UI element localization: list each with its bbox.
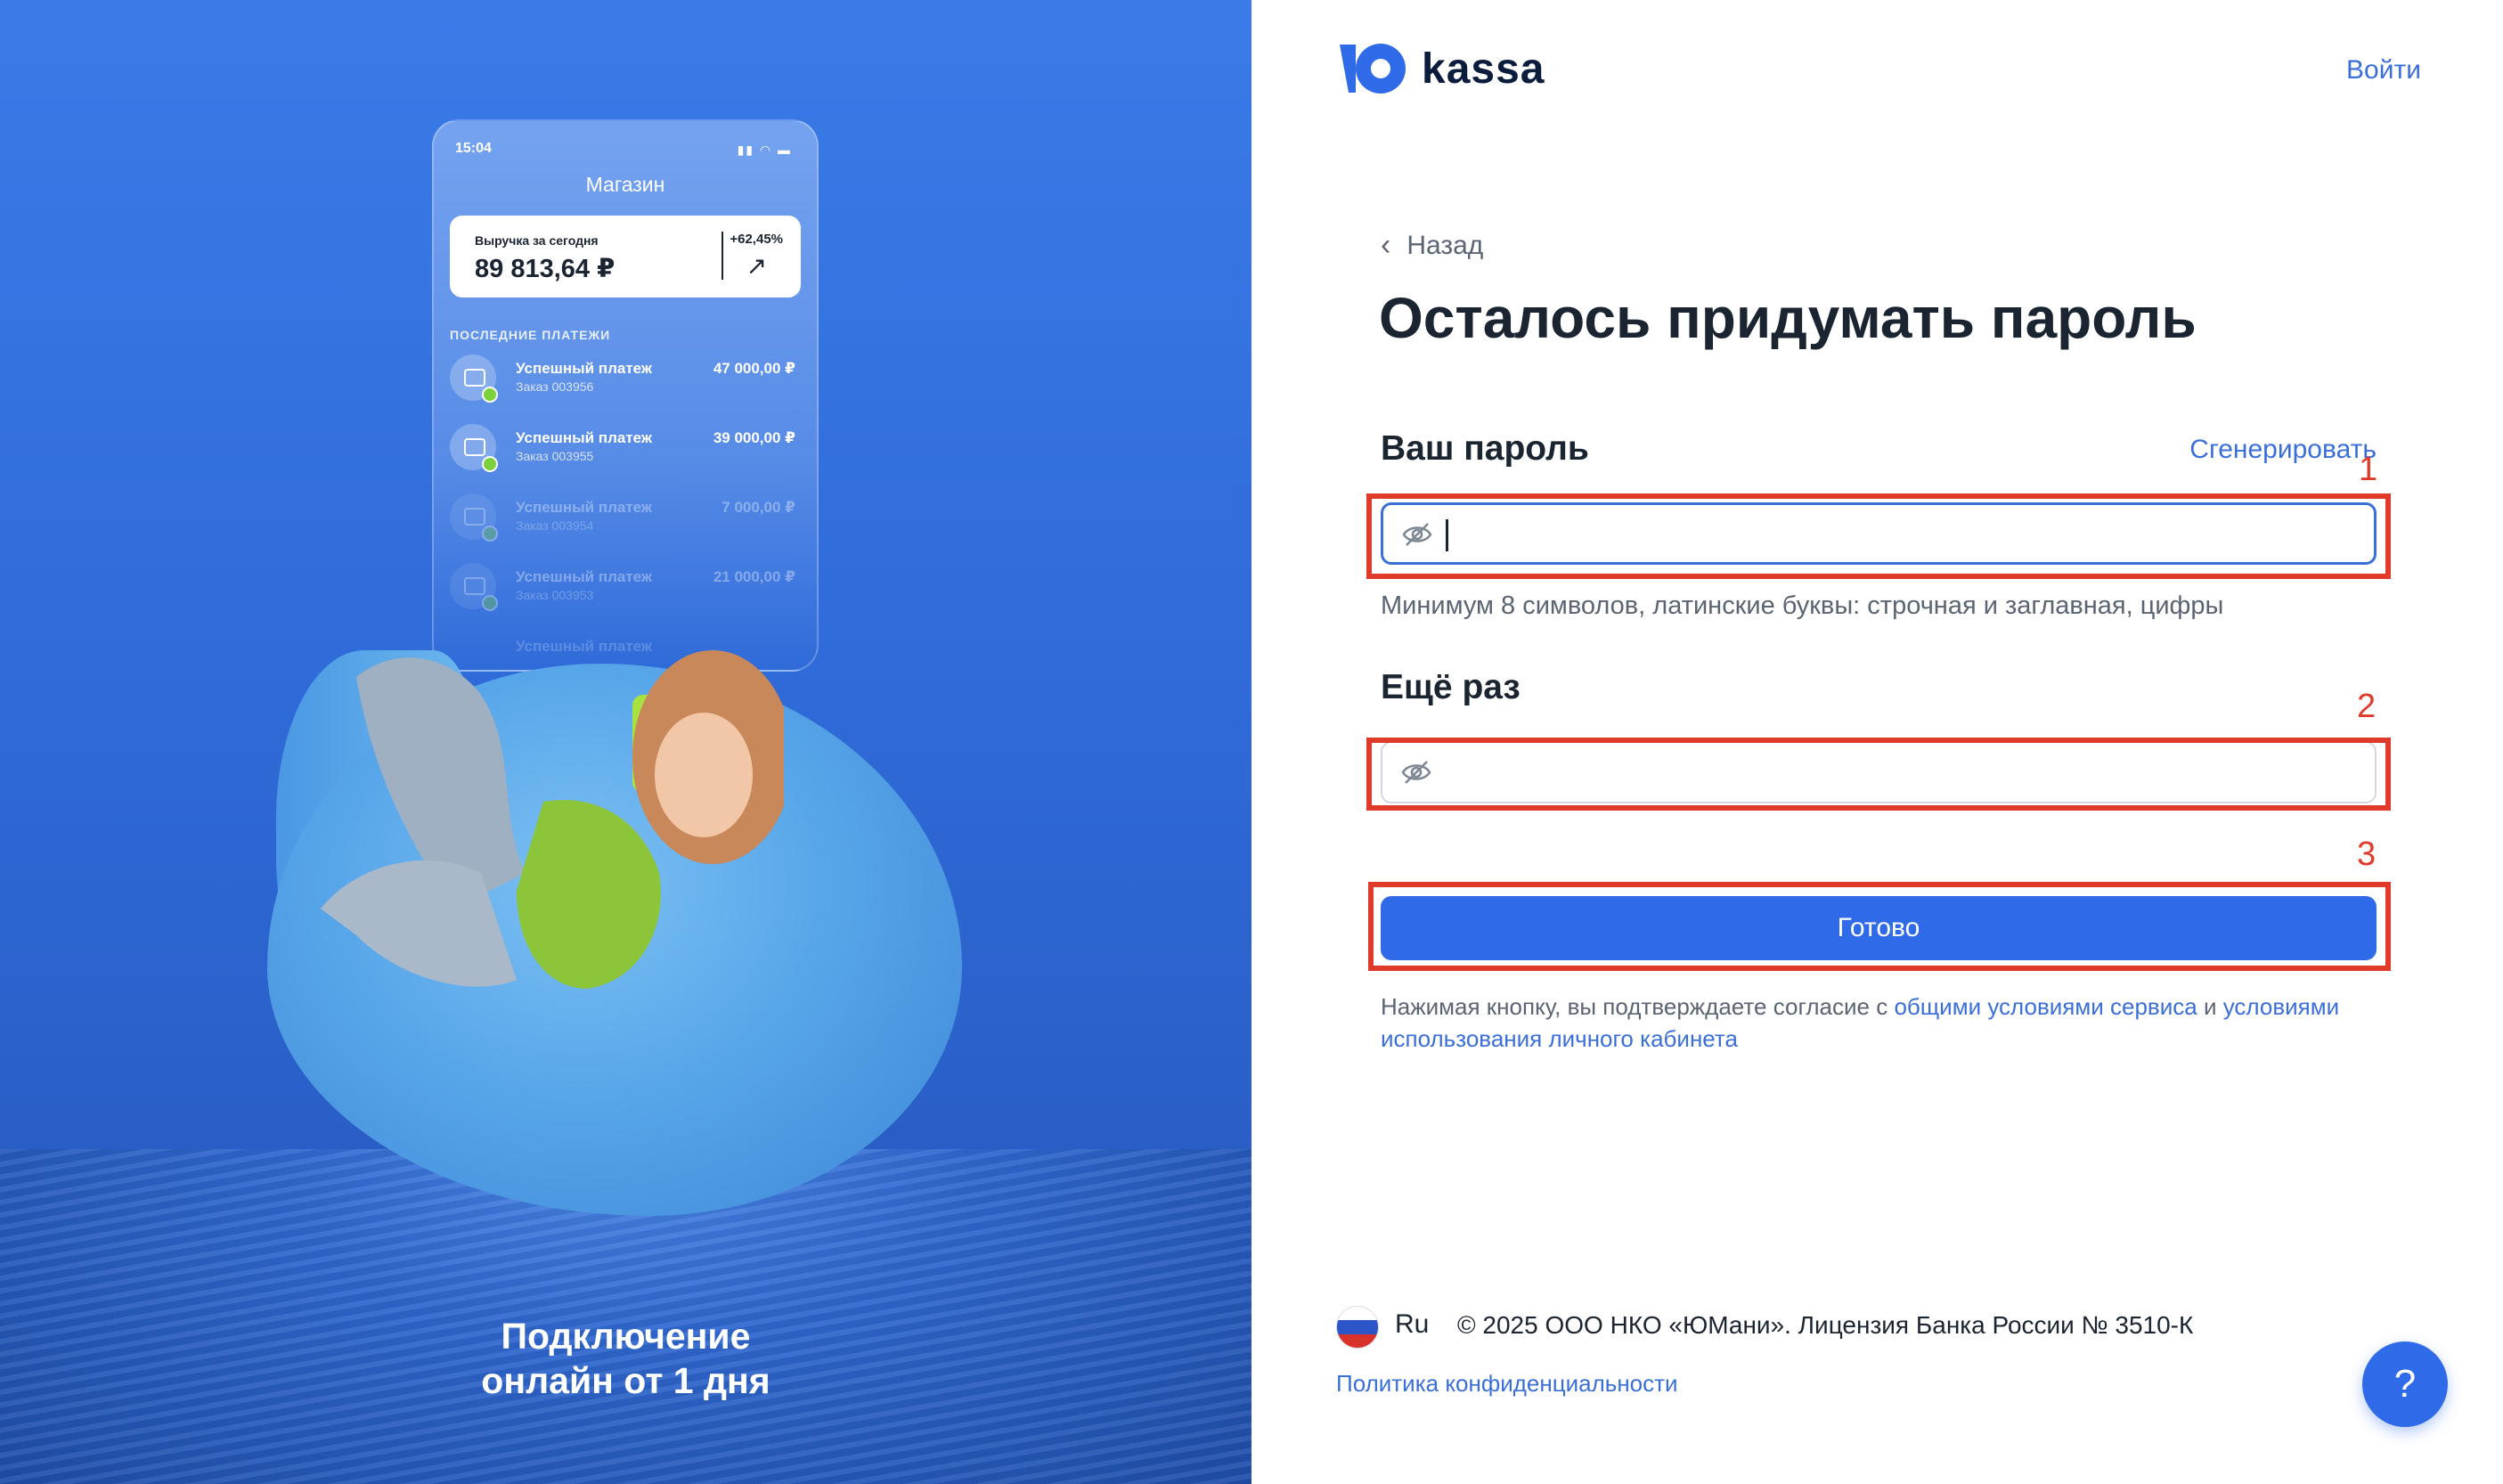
woman-illustration [321, 650, 784, 989]
payment-row: Успешный платеж Заказ 003954 7 000,00 ₽ [450, 488, 801, 550]
chevron-left-icon: ‹ [1381, 228, 1391, 262]
back-label: Назад [1406, 230, 1484, 260]
revenue-label: Выручка за сегодня [475, 233, 599, 248]
payment-name: Успешный платеж [516, 499, 652, 516]
annotation-box-1 [1366, 493, 2391, 579]
password-label: Ваш пароль [1381, 429, 1589, 468]
payment-row: Успешный платеж Заказ 003955 39 000,00 ₽ [450, 419, 801, 481]
revenue-card: Выручка за сегодня 89 813,64 ₽ +62,45% ↗ [450, 216, 801, 298]
payment-sum: 21 000,00 ₽ [713, 568, 795, 585]
payment-name: Успешный платеж [516, 360, 652, 377]
payment-order: Заказ 003953 [516, 588, 594, 602]
phone-shop-title: Магазин [585, 173, 665, 196]
repeat-password-label: Ещё раз [1381, 668, 1521, 706]
payments-title: ПОСЛЕДНИЕ ПЛАТЕЖИ [450, 328, 611, 342]
check-icon [482, 526, 498, 542]
arrow-up-right-icon: ↗ [746, 252, 767, 280]
revenue-amount: 89 813,64 ₽ [475, 255, 616, 283]
payment-name: Успешный платеж [516, 568, 652, 585]
russian-flag-icon[interactable] [1336, 1306, 1379, 1349]
page-title: Осталось придумать пароль [1379, 286, 2197, 350]
annotation-box-3 [1368, 882, 2391, 971]
annotation-number-1: 1 [2359, 451, 2378, 488]
revenue-change: +62,45% [730, 232, 783, 247]
promo-panel: 15:04 ▮▮ ◠ ▬ Магазин Выручка за сегодня … [0, 0, 1252, 1484]
phone-time: 15:04 [455, 141, 492, 156]
promo-caption-line1: Подключение [501, 1316, 751, 1357]
payment-row: Успешный платеж Заказ 003956 47 000,00 ₽ [450, 349, 801, 412]
generate-password-link[interactable]: Сгенерировать [2189, 435, 2377, 465]
check-icon [482, 456, 498, 472]
payment-order: Заказ 003954 [516, 518, 594, 533]
login-link[interactable]: Войти [2346, 55, 2421, 86]
consent-prefix: Нажимая кнопку, вы подтверждаете согласи… [1381, 993, 1895, 1020]
check-icon [482, 387, 498, 403]
revenue-divider [722, 232, 723, 280]
annotation-box-2 [1366, 738, 2391, 811]
language-selector[interactable]: Ru [1395, 1309, 1429, 1340]
consent-middle: и [2197, 993, 2223, 1020]
phone-status-icons: ▮▮ ◠ ▬ [737, 143, 792, 157]
payment-sum: 47 000,00 ₽ [713, 360, 795, 377]
annotation-number-3: 3 [2357, 836, 2377, 873]
payment-name: Успешный платеж [516, 429, 652, 446]
privacy-policy-link[interactable]: Политика конфиденциальности [1336, 1370, 1678, 1398]
logo-text: kassa [1422, 45, 1545, 93]
annotation-number-2: 2 [2357, 688, 2377, 725]
back-button[interactable]: ‹ Назад [1381, 228, 1483, 263]
payment-order: Заказ 003955 [516, 449, 594, 463]
help-button[interactable]: ? [2362, 1341, 2448, 1427]
terms-link[interactable]: общими условиями сервиса [1894, 993, 2197, 1020]
promo-caption: Подключение онлайн от 1 дня [0, 1314, 1252, 1403]
yoomoney-logo-icon [1340, 44, 1406, 94]
logo[interactable]: kassa [1336, 41, 1545, 96]
check-icon [482, 595, 498, 611]
copyright-text: © 2025 ООО НКО «ЮМани». Лицензия Банка Р… [1457, 1311, 2194, 1339]
payment-row: Успешный платеж Заказ 003953 21 000,00 ₽ [450, 558, 801, 620]
payment-sum: 7 000,00 ₽ [722, 499, 795, 516]
phone-mockup: 15:04 ▮▮ ◠ ▬ Магазин Выручка за сегодня … [432, 119, 819, 672]
password-hint: Минимум 8 символов, латинские буквы: стр… [1381, 591, 2224, 620]
consent-text: Нажимая кнопку, вы подтверждаете согласи… [1381, 991, 2396, 1055]
promo-caption-line2: онлайн от 1 дня [481, 1360, 770, 1401]
payment-sum: 39 000,00 ₽ [713, 429, 795, 446]
payment-order: Заказ 003956 [516, 379, 594, 394]
